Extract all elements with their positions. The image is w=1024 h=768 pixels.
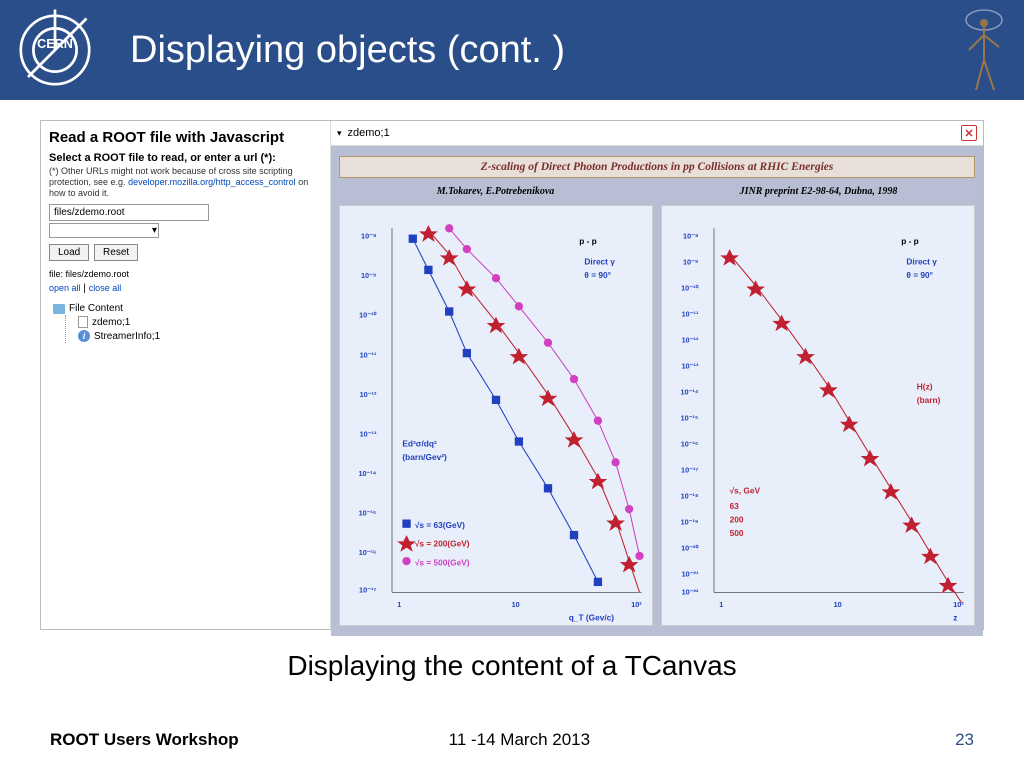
file-select[interactable]: ▾ xyxy=(49,223,159,238)
canvas-main-title: Z-scaling of Direct Photon Productions i… xyxy=(339,156,975,178)
slide-footer: ROOT Users Workshop 11 -14 March 2013 23 xyxy=(0,730,1024,750)
panel-subheading: Select a ROOT file to read, or enter a u… xyxy=(49,152,322,164)
slide-caption: Displaying the content of a TCanvas xyxy=(0,650,1024,682)
svg-text:p - p: p - p xyxy=(901,236,919,246)
author-box-1: M.Tokarev, E.Potrebenikova xyxy=(339,184,652,199)
svg-text:10⁻⁸: 10⁻⁸ xyxy=(683,232,698,241)
loaded-file-label: file: files/zdemo.root xyxy=(49,269,322,279)
svg-text:10⁻¹³: 10⁻¹³ xyxy=(682,362,699,371)
file-reader-panel: Read a ROOT file with Javascript Select … xyxy=(41,121,331,629)
svg-text:10⁻¹⁶: 10⁻¹⁶ xyxy=(359,548,377,557)
embedded-browser-screenshot: Read a ROOT file with Javascript Select … xyxy=(40,120,984,630)
svg-text:1: 1 xyxy=(397,600,401,609)
svg-text:H(z): H(z) xyxy=(917,382,933,392)
canvas-tab-bar: ▾ zdemo;1 ✕ xyxy=(331,121,983,146)
svg-text:(barn): (barn) xyxy=(917,395,941,405)
svg-text:Ed³σ/dq³: Ed³σ/dq³ xyxy=(402,439,437,449)
svg-text:10⁻¹⁴: 10⁻¹⁴ xyxy=(358,469,376,478)
svg-text:q_T (Gev/c): q_T (Gev/c) xyxy=(569,612,615,622)
svg-text:10⁻¹²: 10⁻¹² xyxy=(682,336,699,345)
svg-text:10⁻²²: 10⁻²² xyxy=(682,587,699,596)
svg-text:10⁻¹⁹: 10⁻¹⁹ xyxy=(681,518,699,527)
svg-text:10⁻¹⁶: 10⁻¹⁶ xyxy=(681,440,699,449)
close-all-link[interactable]: close all xyxy=(89,283,122,293)
svg-text:√s, GeV: √s, GeV xyxy=(730,486,761,496)
svg-text:10⁻¹¹: 10⁻¹¹ xyxy=(360,350,377,359)
svg-text:10⁻¹⁸: 10⁻¹⁸ xyxy=(681,492,699,501)
svg-text:10: 10 xyxy=(512,600,520,609)
tree-root[interactable]: File Content xyxy=(49,302,322,315)
svg-text:(barn/Gev²): (barn/Gev²) xyxy=(402,452,447,462)
svg-text:10⁻⁸: 10⁻⁸ xyxy=(361,232,376,241)
load-button[interactable]: Load xyxy=(49,244,89,261)
svg-text:10²: 10² xyxy=(953,600,964,609)
slide-title: Displaying objects (cont. ) xyxy=(130,29,565,72)
svg-text:10⁻¹²: 10⁻¹² xyxy=(360,390,377,399)
folder-icon xyxy=(53,304,65,314)
tab-label: zdemo;1 xyxy=(348,127,390,139)
close-button[interactable]: ✕ xyxy=(961,125,977,141)
svg-text:10⁻⁹: 10⁻⁹ xyxy=(361,271,376,280)
svg-text:10⁻²⁰: 10⁻²⁰ xyxy=(681,544,698,553)
slide-number: 23 xyxy=(955,730,974,750)
author-box-2: JINR preprint E2-98-64, Dubna, 1998 xyxy=(662,184,975,199)
tcanvas-area: Z-scaling of Direct Photon Productions i… xyxy=(331,146,983,636)
canvas-icon xyxy=(78,316,88,328)
svg-text:10⁻¹¹: 10⁻¹¹ xyxy=(682,310,699,319)
svg-text:10⁻¹⁷: 10⁻¹⁷ xyxy=(359,585,376,594)
svg-text:10⁻¹⁴: 10⁻¹⁴ xyxy=(680,388,698,397)
chevron-down-icon: ▾ xyxy=(152,225,157,236)
svg-text:Direct γ: Direct γ xyxy=(584,257,615,267)
svg-text:Direct γ: Direct γ xyxy=(906,257,937,267)
footer-left: ROOT Users Workshop xyxy=(50,730,239,750)
plot-right: 10⁻⁸ 10⁻⁹ 10⁻¹⁰ 10⁻¹¹ 10⁻¹² 10⁻¹³ 10⁻¹⁴ … xyxy=(661,205,975,626)
reset-button[interactable]: Reset xyxy=(94,244,138,261)
tree-item-streamerinfo[interactable]: i StreamerInfo;1 xyxy=(74,329,322,343)
svg-text:CERN: CERN xyxy=(37,37,73,51)
svg-text:z: z xyxy=(953,612,957,622)
svg-text:10⁻¹⁰: 10⁻¹⁰ xyxy=(359,311,376,320)
svg-text:10⁻⁹: 10⁻⁹ xyxy=(683,258,698,267)
svg-text:10⁻¹⁰: 10⁻¹⁰ xyxy=(681,284,698,293)
svg-text:200: 200 xyxy=(730,515,744,525)
svg-text:10⁻¹⁵: 10⁻¹⁵ xyxy=(681,414,699,423)
svg-text:500: 500 xyxy=(730,528,744,538)
svg-text:p - p: p - p xyxy=(579,236,597,246)
svg-text:63: 63 xyxy=(730,501,740,511)
footer-date: 11 -14 March 2013 xyxy=(449,730,590,750)
svg-text:1: 1 xyxy=(719,600,723,609)
panel-heading: Read a ROOT file with Javascript xyxy=(49,129,322,146)
plot-left: 10⁻⁸ 10⁻⁹ 10⁻¹⁰ 10⁻¹¹ 10⁻¹² 10⁻¹³ 10⁻¹⁴ … xyxy=(339,205,653,626)
collapse-icon[interactable]: ▾ xyxy=(337,128,342,139)
svg-text:10⁻¹³: 10⁻¹³ xyxy=(360,429,377,438)
svg-text:10⁻²¹: 10⁻²¹ xyxy=(682,570,699,579)
panel-note: (*) Other URLs might not work because of… xyxy=(49,166,322,198)
svg-text:√s = 500(GeV): √s = 500(GeV) xyxy=(415,557,470,567)
canvas-display-panel: ▾ zdemo;1 ✕ Z-scaling of Direct Photon P… xyxy=(331,121,983,629)
decorative-figure-icon xyxy=(954,5,1014,95)
mdn-link[interactable]: developer.mozilla.org/http_access_contro… xyxy=(128,177,296,187)
url-input[interactable] xyxy=(49,204,209,221)
svg-text:√s = 63(GeV): √s = 63(GeV) xyxy=(415,520,465,530)
svg-text:θ = 90°: θ = 90° xyxy=(584,270,611,280)
open-all-link[interactable]: open all xyxy=(49,283,81,293)
svg-text:10⁻¹⁵: 10⁻¹⁵ xyxy=(359,508,377,517)
svg-text:10⁻¹⁷: 10⁻¹⁷ xyxy=(681,466,698,475)
info-icon: i xyxy=(78,330,90,342)
cern-logo: CERN xyxy=(0,0,110,100)
svg-text:10²: 10² xyxy=(631,600,642,609)
tree-item-zdemo[interactable]: zdemo;1 xyxy=(74,315,322,329)
title-bar: CERN Displaying objects (cont. ) xyxy=(0,0,1024,100)
svg-text:θ = 90°: θ = 90° xyxy=(906,270,933,280)
svg-text:√s = 200(GeV): √s = 200(GeV) xyxy=(415,539,470,549)
svg-text:10: 10 xyxy=(834,600,842,609)
file-tree: File Content zdemo;1 i StreamerInfo;1 xyxy=(49,302,322,343)
